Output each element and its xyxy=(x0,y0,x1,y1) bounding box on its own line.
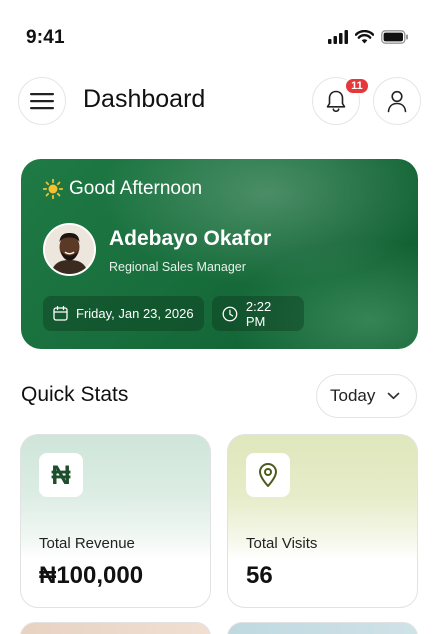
bell-icon xyxy=(326,90,346,113)
chevron-down-icon xyxy=(388,392,400,400)
stat-label: Total Revenue xyxy=(39,535,135,552)
date-chip: Friday, Jan 23, 2026 xyxy=(43,296,204,331)
dashboard-screen: 9:41 Dashboard 11 Good Afternoon Adebayo… xyxy=(0,0,439,634)
user-icon xyxy=(387,90,407,113)
pin-glyph xyxy=(259,463,277,487)
total-revenue-card[interactable]: ₦ Total Revenue ₦100,000 xyxy=(20,434,211,608)
avatar-portrait xyxy=(45,225,94,274)
profile-button[interactable] xyxy=(373,77,421,125)
avatar[interactable] xyxy=(43,223,96,276)
period-dropdown[interactable]: Today xyxy=(316,374,417,418)
stat-value: 56 xyxy=(246,562,273,589)
location-pin-icon xyxy=(246,453,290,497)
date-text: Friday, Jan 23, 2026 xyxy=(76,306,194,321)
signal-icon xyxy=(328,30,348,44)
stat-card-peek[interactable] xyxy=(20,622,211,634)
naira-icon: ₦ xyxy=(39,453,83,497)
notification-badge: 11 xyxy=(344,77,370,95)
clock-icon xyxy=(222,306,238,321)
status-time: 9:41 xyxy=(26,27,65,48)
calendar-icon xyxy=(53,306,68,321)
greeting-text: Good Afternoon xyxy=(69,178,203,199)
period-value: Today xyxy=(330,386,376,405)
naira-glyph: ₦ xyxy=(51,459,71,490)
stat-card-peek[interactable] xyxy=(227,622,418,634)
page-title: Dashboard xyxy=(83,85,206,113)
hamburger-menu-icon xyxy=(30,93,54,110)
quick-stats-title: Quick Stats xyxy=(21,383,129,406)
battery-icon xyxy=(381,30,408,44)
greeting-card: Good Afternoon Adebayo Okafor Regional S… xyxy=(21,159,418,349)
wifi-icon xyxy=(355,30,374,44)
app-header: Dashboard 11 xyxy=(0,76,439,126)
user-role: Regional Sales Manager xyxy=(109,260,246,274)
status-icons xyxy=(328,30,409,44)
total-visits-card[interactable]: Total Visits 56 xyxy=(227,434,418,608)
sun-icon xyxy=(43,179,63,199)
time-chip: 2:22 PM xyxy=(212,296,304,331)
time-text: 2:22 PM xyxy=(245,298,272,329)
status-bar: 9:41 xyxy=(0,0,439,70)
stat-label: Total Visits xyxy=(246,535,318,552)
user-name: Adebayo Okafor xyxy=(109,227,272,250)
greeting-row: Good Afternoon xyxy=(43,178,202,200)
stat-value: ₦100,000 xyxy=(39,562,144,589)
menu-button[interactable] xyxy=(18,77,66,125)
